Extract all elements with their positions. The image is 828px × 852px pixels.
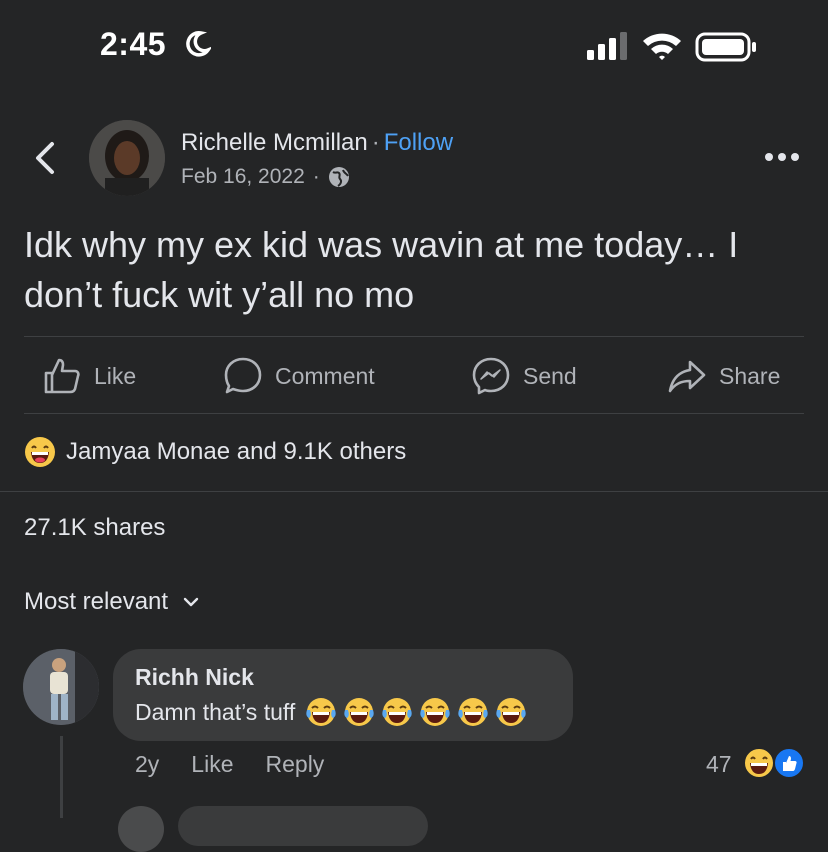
thumbs-up-icon xyxy=(44,358,80,394)
status-time: 2:45 xyxy=(100,26,167,62)
send-button[interactable]: Send xyxy=(471,355,577,397)
more-options-icon[interactable] xyxy=(764,150,800,164)
reactions-summary[interactable]: Jamyaa Monae and 9.1K others xyxy=(24,436,406,468)
commenter-avatar[interactable] xyxy=(23,649,99,725)
back-arrow-icon[interactable] xyxy=(30,140,60,176)
follow-button[interactable]: Follow xyxy=(384,129,453,156)
tears-of-joy-emoji-icon xyxy=(496,698,526,726)
divider xyxy=(24,336,804,337)
separator: · xyxy=(371,129,380,156)
wifi-icon xyxy=(643,33,681,60)
sort-label: Most relevant xyxy=(24,588,169,615)
send-label: Send xyxy=(523,362,577,389)
comment-button[interactable]: Comment xyxy=(223,355,375,397)
comment-reaction-count[interactable]: 47 xyxy=(706,751,732,778)
battery-icon xyxy=(695,32,756,62)
sort-dropdown[interactable]: Most relevant xyxy=(24,588,200,616)
divider xyxy=(0,491,828,492)
share-icon xyxy=(668,360,706,393)
tears-of-joy-emoji-icon xyxy=(420,698,450,726)
comment-text: Damn that’s tuff xyxy=(135,698,296,725)
messenger-icon xyxy=(472,357,510,395)
thread-line xyxy=(60,736,63,818)
comment-label: Comment xyxy=(275,362,375,389)
reactions-text: Jamyaa Monae and 9.1K others xyxy=(66,438,407,465)
commenter-name[interactable]: Richh Nick xyxy=(135,664,254,691)
like-button[interactable]: Like xyxy=(42,355,136,397)
divider xyxy=(24,413,804,414)
grinning-emoji-icon xyxy=(25,437,55,467)
globe-icon xyxy=(328,167,349,187)
comment-actions: 2y Like Reply xyxy=(135,751,324,778)
tears-of-joy-emoji-icon xyxy=(382,698,412,726)
post-text: Idk why my ex kid was wavin at me today…… xyxy=(24,224,739,315)
post-date[interactable]: Feb 16, 2022 xyxy=(181,165,305,189)
share-button[interactable]: Share xyxy=(667,355,780,397)
tears-of-joy-emoji-icon xyxy=(306,698,336,726)
chevron-down-icon xyxy=(183,597,199,607)
like-label: Like xyxy=(94,362,137,389)
next-commenter-avatar[interactable] xyxy=(118,806,164,852)
signal-icon xyxy=(587,32,627,60)
comment-like-button[interactable]: Like xyxy=(191,751,233,778)
comment-text-row: Damn that’s tuff xyxy=(135,696,527,728)
date-separator: · xyxy=(312,165,320,188)
tears-of-joy-emoji-icon xyxy=(458,698,488,726)
comment-reactions-icons[interactable] xyxy=(742,746,806,780)
post-meta: Feb 16, 2022 · xyxy=(181,165,350,189)
comment-reply-button[interactable]: Reply xyxy=(266,751,325,778)
laughing-emoji-row xyxy=(305,696,527,728)
share-label: Share xyxy=(719,362,781,389)
comment-icon xyxy=(224,357,262,394)
author-name[interactable]: Richelle Mcmillan xyxy=(181,129,368,156)
moon-icon xyxy=(186,31,211,57)
comment-time[interactable]: 2y xyxy=(135,751,159,778)
next-comment-bubble[interactable] xyxy=(178,806,428,846)
author-line: Richelle Mcmillan · Follow xyxy=(181,129,453,157)
tears-of-joy-emoji-icon xyxy=(344,698,374,726)
shares-count[interactable]: 27.1K shares xyxy=(24,514,165,542)
author-avatar[interactable] xyxy=(89,120,165,196)
